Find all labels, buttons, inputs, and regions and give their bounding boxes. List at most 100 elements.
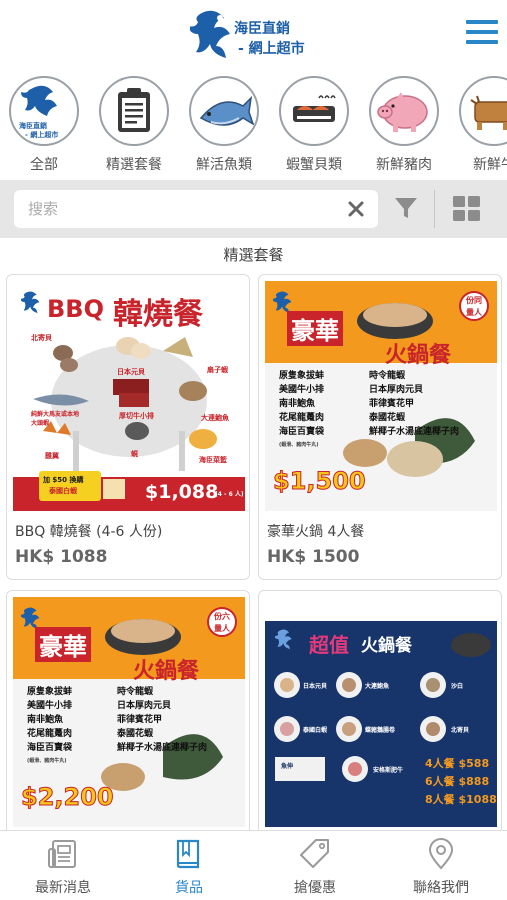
poster-items-left: 原隻象拔蚌 美國牛小排 南非鮑魚 花尾龍躉肉 海臣百寶袋 — [279, 371, 325, 437]
nav-products[interactable]: 貨品 — [126, 831, 252, 900]
bottom-navigation: 最新消息 貨品 搶優惠 聯絡我們 — [0, 830, 507, 900]
poster-item: 蝶豬鵝腸卷 — [365, 727, 396, 734]
poster-item: 大連鮑魚 — [201, 414, 229, 422]
product-card[interactable]: BBQ 韓燒餐 北寄貝 日本元貝 扇子蝦 純鮮大馬友或本地大頭蝦 厚切牛小排 大… — [6, 274, 250, 580]
pig-icon — [369, 76, 439, 146]
category-label: 全部 — [30, 157, 58, 173]
poster-item: 純鮮大馬友或本地大頭蝦 — [31, 411, 80, 427]
poster-items-right: 時令龍蝦 日本厚肉元貝 菲律賓花甲 泰國花蝦 鮮椰子水湯底連椰子肉 — [369, 371, 460, 437]
category-set-meals[interactable]: 精選套餐 — [94, 76, 174, 174]
product-image: BBQ 韓燒餐 北寄貝 日本元貝 扇子蝦 純鮮大馬友或本地大頭蝦 厚切牛小排 大… — [13, 281, 245, 511]
search-toolbar — [0, 180, 507, 238]
fish-icon — [189, 76, 259, 146]
category-all[interactable]: 海臣直銷 - 網上超市 全部 — [4, 76, 84, 174]
nav-label: 搶優惠 — [294, 880, 336, 896]
category-pork[interactable]: 新鮮豬肉 — [364, 76, 444, 174]
app-root: 海臣直銷 - 網上超市 海臣直銷 - 網上超市 全部 精選套餐 鮮活魚類 蝦蟹貝… — [0, 0, 507, 900]
poster-title-en: BBQ — [47, 295, 104, 323]
poster-offer: 6人餐 $888 — [425, 775, 490, 788]
product-name: 豪華火鍋 4人餐 — [267, 524, 365, 540]
poster-item: 安格斯肥牛 — [373, 767, 404, 774]
poster-badge: 份同 量人 — [459, 291, 489, 321]
poster-item: 海臣菜籃 — [199, 456, 227, 464]
product-image: 豪華 火鍋餐 份同 量人 原隻象拔蚌 美國牛小排 南非鮑魚 花尾龍躉肉 海臣百寶袋… — [265, 281, 497, 511]
poster-title: 火鍋餐 — [385, 343, 452, 368]
poster-item: 日本元貝 — [117, 368, 145, 376]
poster-item: 大連鮑魚 — [365, 683, 390, 690]
product-card[interactable]: 超值 火鍋餐 日本元貝 大連鮑魚 沙白 泰國白蝦 蝶豬鵝腸卷 北寄貝 魚伸 安格… — [258, 590, 502, 840]
nav-news[interactable]: 最新消息 — [0, 831, 126, 900]
poster-items-right: 時令龍蝦 日本厚肉元貝 菲律賓花甲 泰國花蝦 鮮椰子水湯底連椰子肉 — [117, 687, 208, 753]
logo-title: 海臣直銷 — [234, 21, 290, 37]
poster-note: (蝦滑、豬肉牛丸) — [27, 758, 67, 764]
nav-contact[interactable]: 聯絡我們 — [378, 831, 504, 900]
poster-item: 雞翼 — [45, 452, 59, 460]
product-price: HK$ 1088 — [15, 547, 108, 567]
brand-logo[interactable]: 海臣直銷 - 網上超市 — [190, 6, 330, 66]
brand-logo-icon — [275, 629, 292, 650]
poster-badge: 份六 量人 — [207, 607, 237, 637]
toolbar-divider — [434, 190, 435, 228]
brand-logo-icon — [21, 291, 40, 314]
clear-search-icon[interactable] — [346, 199, 366, 219]
poster-price: $1,500 — [273, 467, 367, 496]
category-label: 鮮活魚類 — [196, 157, 252, 173]
poster-price: $1,088 — [145, 481, 219, 503]
category-label: 蝦蟹貝類 — [286, 157, 342, 173]
header: 海臣直銷 - 網上超市 — [0, 0, 507, 72]
logo-mini-line1: 海臣直銷 — [19, 122, 47, 130]
logo-icon: 海臣直銷 - 網上超市 — [9, 76, 79, 146]
poster-offer: 4人餐 $588 — [425, 757, 490, 770]
category-label: 精選套餐 — [106, 157, 162, 173]
news-icon — [48, 840, 76, 868]
logo-mark-icon — [190, 10, 230, 58]
cow-icon — [459, 76, 507, 146]
poster-items-left: 原隻象拔蚌 美國牛小排 南非鮑魚 花尾龍躉肉 海臣百寶袋 — [27, 687, 73, 753]
poster-item: 沙白 — [451, 683, 464, 690]
product-card[interactable]: 豪華 火鍋餐 份六 量人 原隻象拔蚌 美國牛小排 南非鮑魚 花尾龍躉肉 海臣百寶袋… — [6, 590, 250, 840]
poster-title: 火鍋餐 — [361, 636, 412, 656]
nav-label: 最新消息 — [35, 880, 91, 896]
nav-label: 聯絡我們 — [413, 880, 469, 896]
product-image: 超值 火鍋餐 日本元貝 大連鮑魚 沙白 泰國白蝦 蝶豬鵝腸卷 北寄貝 魚伸 安格… — [265, 597, 497, 827]
nav-deals[interactable]: 搶優惠 — [252, 831, 378, 900]
poster-offer: 8人餐 $1088 — [425, 793, 497, 806]
poster-item: 北寄貝 — [31, 334, 52, 342]
tag-icon — [300, 839, 329, 868]
search-input[interactable] — [28, 190, 338, 228]
product-image: 豪華 火鍋餐 份六 量人 原隻象拔蚌 美國牛小排 南非鮑魚 花尾龍躉肉 海臣百寶袋… — [13, 597, 245, 827]
shellfish-icon — [279, 76, 349, 146]
poster-item: 扇子蝦 — [207, 366, 228, 374]
poster-title: 豪華 — [35, 627, 91, 662]
location-pin-icon — [428, 838, 454, 870]
poster-title-zh: 韓燒餐 — [113, 297, 203, 332]
poster-item: 厚切牛小排 — [119, 412, 154, 420]
section-title: 精選套餐 — [223, 246, 284, 264]
hamburger-menu-icon[interactable] — [466, 20, 498, 46]
poster-title: 火鍋餐 — [133, 659, 200, 684]
poster-title: 豪華 — [287, 311, 343, 346]
poster-note: (蝦滑、豬肉牛丸) — [279, 442, 319, 448]
poster-promo: 泰國白蝦 — [49, 487, 77, 495]
category-beef[interactable]: 新鮮牛 — [454, 76, 507, 174]
poster-promo: 加 $50 換購 — [43, 476, 84, 484]
grid-view-icon[interactable] — [452, 195, 482, 223]
product-card[interactable]: 豪華 火鍋餐 份同 量人 原隻象拔蚌 美國牛小排 南非鮑魚 花尾龍躉肉 海臣百寶袋… — [258, 274, 502, 580]
clipboard-icon — [99, 76, 169, 146]
product-price: HK$ 1500 — [267, 547, 360, 567]
poster-price: $2,200 — [21, 783, 115, 812]
poster-item: 魚伸 — [281, 763, 294, 770]
category-shellfish[interactable]: 蝦蟹貝類 — [274, 76, 354, 174]
poster-item: 泰國白蝦 — [303, 727, 328, 734]
category-fish[interactable]: 鮮活魚類 — [184, 76, 264, 174]
poster-item: 蜆 — [131, 450, 138, 458]
category-label: 新鮮牛 — [473, 157, 507, 173]
poster-item: 日本元貝 — [303, 683, 328, 690]
logo-subtitle: - 網上超市 — [238, 41, 305, 57]
poster-title: 超值 — [309, 633, 349, 657]
category-label: 新鮮豬肉 — [376, 157, 432, 173]
logo-mini-line2: - 網上超市 — [25, 131, 59, 139]
nav-label: 貨品 — [175, 880, 203, 896]
poster-servings: (4 - 6 人) — [215, 491, 244, 498]
filter-icon[interactable] — [393, 195, 419, 221]
